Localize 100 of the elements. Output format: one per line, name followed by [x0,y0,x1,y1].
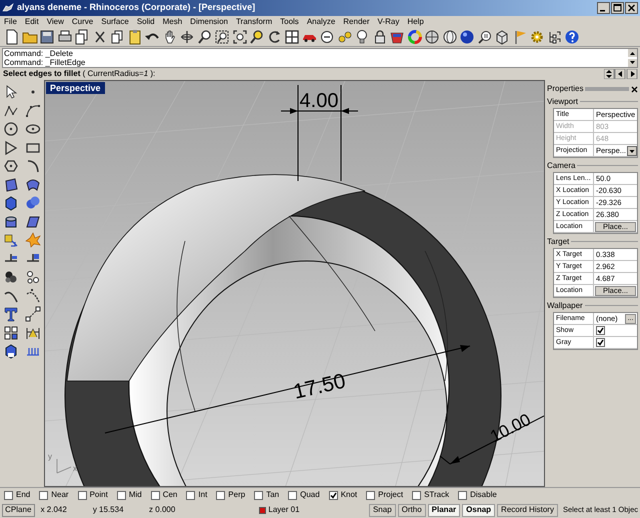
menu-item[interactable]: Transform [236,16,272,28]
menu-item[interactable]: Analyze [306,16,336,28]
arc-icon[interactable] [25,158,41,174]
glossy-sphere-icon[interactable] [459,28,475,45]
zoom-extents-icon[interactable] [232,28,248,45]
circles-icon[interactable] [336,28,352,45]
menu-item[interactable]: Edit [24,16,39,28]
status-toggle[interactable]: Ortho [398,504,426,517]
menu-item[interactable]: Tools [280,16,299,28]
checkbox[interactable] [288,490,298,500]
control-point-curve-icon[interactable] [25,102,41,119]
osnap-label[interactable]: Perp [228,489,246,502]
color-wheel-icon[interactable] [406,28,422,45]
maximize-icon[interactable] [611,2,624,14]
checkbox[interactable] [366,490,376,500]
dimension-line[interactable] [280,84,358,182]
zoom-icon[interactable] [196,28,212,45]
target-icon[interactable] [319,28,335,45]
spheres-icon[interactable] [25,195,41,212]
layer-name[interactable]: Layer 01 [268,504,367,516]
documents-icon[interactable] [74,28,90,45]
checkbox[interactable] [4,490,13,500]
polygon-icon[interactable] [3,158,19,174]
scroll-up-icon[interactable] [628,48,637,57]
rotate-view-icon[interactable] [179,28,195,45]
osnap-label[interactable]: STrack [424,489,450,502]
move-points-icon[interactable] [25,306,41,322]
clipboard-icon[interactable] [126,28,142,45]
osnap-label[interactable]: Quad [300,489,320,502]
light-bulb-icon[interactable] [354,28,370,45]
status-toggle[interactable]: Osnap [462,504,496,517]
dimension-line[interactable] [104,345,470,434]
cylinder-icon[interactable] [3,214,19,230]
rotate-icon[interactable] [266,28,282,45]
checkbox[interactable] [254,490,264,500]
dimension-line[interactable] [440,416,544,465]
checkbox[interactable] [39,490,48,500]
osnap-label[interactable]: Int [198,489,208,502]
menu-item[interactable]: Curve [72,16,94,28]
menu-item[interactable]: File [4,16,17,28]
text-icon[interactable] [3,306,19,322]
checkbox[interactable] [596,326,605,336]
minimize-icon[interactable] [597,2,610,14]
checkbox[interactable] [458,490,468,500]
new-file-icon[interactable] [4,28,20,45]
menu-item[interactable]: Solid [136,16,155,28]
menu-item[interactable]: Surface [101,16,129,28]
osnap-label[interactable]: End [16,489,30,502]
checkbox[interactable] [150,490,160,500]
osnap-label[interactable]: Knot [340,489,358,502]
cube-render-icon[interactable] [3,343,19,360]
curve-points-icon[interactable] [25,288,41,304]
layer-color-swatch[interactable] [259,506,266,514]
command-prompt[interactable]: Select edges to fillet ( CurrentRadius=1 ): [2,68,604,80]
menu-item[interactable]: V-Ray [378,16,400,28]
osnap-label[interactable]: Project [378,489,404,502]
zoom-number-icon[interactable] [476,28,492,45]
triangle-icon[interactable] [3,140,19,156]
circle-icon[interactable] [3,121,19,138]
wire-sphere-icon[interactable] [442,28,458,45]
checkbox[interactable] [328,490,338,500]
box-icon[interactable] [3,195,19,212]
cplane-button[interactable]: CPlane [2,504,35,517]
close-icon[interactable] [631,86,638,93]
help-icon[interactable] [564,28,580,45]
tilted-plane-icon[interactable] [25,214,41,230]
menu-item[interactable]: Mesh [162,16,182,28]
four-viewports-icon[interactable] [284,28,300,45]
surface-icon[interactable] [3,176,19,193]
menu-item[interactable]: Help [407,16,424,28]
star-burst-icon[interactable] [25,232,41,248]
group-icon[interactable] [3,269,19,286]
zoom-window-icon[interactable] [214,28,230,45]
menu-item[interactable]: View [46,16,64,28]
checkbox[interactable] [216,490,226,500]
scroll-down-icon[interactable] [628,58,637,67]
gear-icon[interactable] [529,28,545,45]
checkbox[interactable] [412,490,422,500]
ungroup-icon[interactable] [25,269,41,286]
explode-icon[interactable] [3,232,19,248]
array-icon[interactable] [3,324,19,341]
prompt-arrows-icon[interactable] [604,68,638,79]
status-toggle[interactable]: Snap [368,504,396,517]
checkbox[interactable] [186,490,196,500]
status-toggle[interactable]: Planar [428,504,460,517]
osnap-label[interactable]: Disable [470,489,497,502]
curved-surface-icon[interactable] [25,176,41,193]
copy-icon[interactable] [109,28,125,45]
osnap-label[interactable]: Cen [162,489,178,502]
osnap-label[interactable]: Mid [128,489,142,502]
cube-icon[interactable] [494,28,510,45]
shaded-sphere-icon[interactable] [424,28,440,45]
zoom-selected-icon[interactable] [249,28,265,45]
osnap-label[interactable]: Near [51,489,69,502]
tree-icon[interactable] [546,28,562,45]
menu-item[interactable]: Dimension [190,16,228,28]
menu-item[interactable]: Render [343,16,370,28]
checkbox[interactable] [78,490,87,500]
checkbox[interactable] [116,490,126,500]
status-toggle[interactable]: Record History [497,504,558,517]
